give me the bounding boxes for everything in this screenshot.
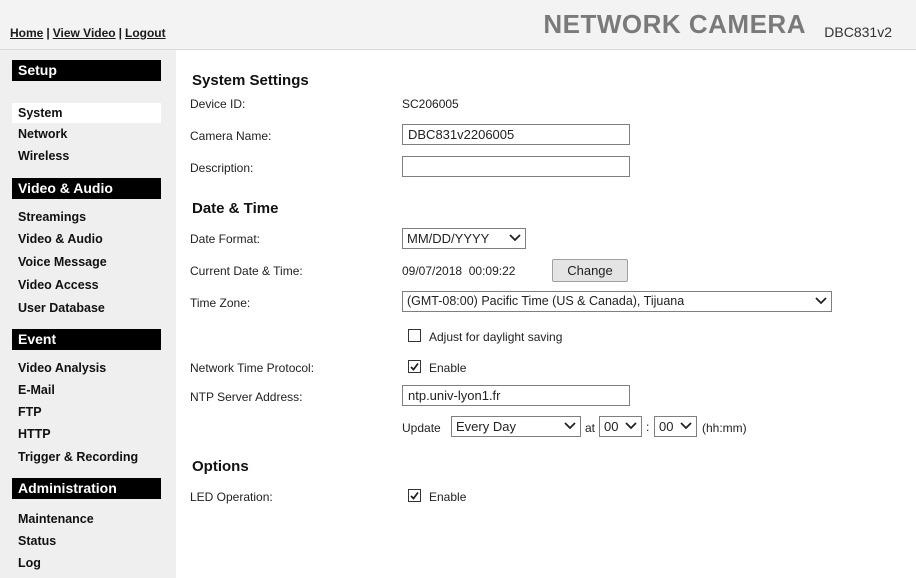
led-operation-label: LED Operation: <box>190 490 273 504</box>
current-datetime-value: 09/07/2018 00:09:22 <box>402 264 516 278</box>
sidebar-item-status[interactable]: Status <box>12 531 161 551</box>
main-content: System Settings Device ID: SC206005 Came… <box>176 50 916 578</box>
camera-name-field[interactable] <box>402 124 630 145</box>
nav-separator: | <box>46 26 50 40</box>
sidebar-item-trigger-recording[interactable]: Trigger & Recording <box>12 447 161 467</box>
section-title-system-settings: System Settings <box>192 72 309 89</box>
sidebar-item-email[interactable]: E-Mail <box>12 380 161 400</box>
logout-link[interactable]: Logout <box>125 26 166 40</box>
sidebar-item-video-access[interactable]: Video Access <box>12 275 161 295</box>
description-field[interactable] <box>402 156 630 177</box>
sidebar-item-ftp[interactable]: FTP <box>12 402 161 422</box>
sidebar-item-video-analysis[interactable]: Video Analysis <box>12 358 161 378</box>
section-title-date-time: Date & Time <box>192 200 279 217</box>
at-label: at <box>585 421 596 435</box>
sidebar-item-wireless[interactable]: Wireless <box>12 146 161 166</box>
check-icon <box>410 362 419 371</box>
top-nav: Home | View Video | Logout <box>10 26 166 40</box>
sidebar-item-network[interactable]: Network <box>12 124 161 144</box>
dst-label: Adjust for daylight saving <box>429 330 563 344</box>
date-format-select[interactable]: MM/DD/YYYY <box>402 228 526 249</box>
brand-title: NETWORK CAMERA <box>543 9 806 39</box>
description-label: Description: <box>190 161 254 175</box>
date-format-label: Date Format: <box>190 232 261 246</box>
view-video-link[interactable]: View Video <box>53 26 116 40</box>
device-id-label: Device ID: <box>190 97 246 111</box>
chevron-down-icon <box>509 234 521 242</box>
sidebar-section-video-audio: Video & Audio <box>12 178 161 199</box>
time-zone-select[interactable]: (GMT-08:00) Pacific Time (US & Canada), … <box>402 291 832 312</box>
chevron-down-icon <box>564 422 576 430</box>
time-colon: : <box>646 420 650 434</box>
device-id-value: SC206005 <box>402 97 459 111</box>
chevron-down-icon <box>625 422 637 430</box>
sidebar: Setup System Network Wireless Video & Au… <box>0 50 176 578</box>
check-icon <box>409 330 420 341</box>
ntp-enable-checkbox[interactable] <box>408 360 421 373</box>
sidebar-item-http[interactable]: HTTP <box>12 424 161 444</box>
sidebar-item-streamings[interactable]: Streamings <box>12 207 161 227</box>
time-zone-value: (GMT-08:00) Pacific Time (US & Canada), … <box>407 294 685 308</box>
sidebar-item-voice-message[interactable]: Voice Message <box>12 252 161 272</box>
model-name: DBC831v2 <box>824 24 892 40</box>
sidebar-item-video-audio[interactable]: Video & Audio <box>12 229 161 249</box>
nav-separator: | <box>118 26 122 40</box>
chevron-down-icon <box>680 422 692 430</box>
header-bar: Home | View Video | Logout NETWORK CAMERA DB… <box>0 0 916 50</box>
sidebar-section-administration: Administration <box>12 478 161 499</box>
dst-checkbox[interactable] <box>408 329 421 342</box>
hour-select[interactable]: 00 <box>599 416 642 437</box>
led-enable-checkbox[interactable] <box>408 489 421 502</box>
section-title-options: Options <box>192 458 249 475</box>
update-label: Update <box>402 421 441 435</box>
minute-select[interactable]: 00 <box>654 416 697 437</box>
sidebar-item-system[interactable]: System <box>12 103 161 123</box>
current-datetime-label: Current Date & Time: <box>190 264 303 278</box>
home-link[interactable]: Home <box>10 26 43 40</box>
chevron-down-icon <box>815 297 827 305</box>
minute-value: 00 <box>659 419 674 434</box>
sidebar-item-log[interactable]: Log <box>12 553 161 573</box>
camera-name-label: Camera Name: <box>190 129 272 143</box>
sidebar-item-user-database[interactable]: User Database <box>12 298 161 318</box>
ntp-server-label: NTP Server Address: <box>190 390 303 404</box>
sidebar-section-setup: Setup <box>12 60 161 81</box>
sidebar-section-event: Event <box>12 329 161 350</box>
check-icon <box>410 491 419 500</box>
ntp-server-field[interactable] <box>402 385 630 406</box>
sidebar-item-maintenance[interactable]: Maintenance <box>12 509 161 529</box>
change-datetime-button[interactable]: Change <box>552 259 628 282</box>
led-enable-label: Enable <box>429 490 467 504</box>
update-frequency-select[interactable]: Every Day <box>451 416 581 437</box>
date-format-value: MM/DD/YYYY <box>407 231 490 246</box>
ntp-label: Network Time Protocol: <box>190 361 315 375</box>
time-zone-label: Time Zone: <box>190 296 251 310</box>
ntp-enable-label: Enable <box>429 361 467 375</box>
hour-value: 00 <box>604 419 619 434</box>
update-frequency-value: Every Day <box>456 419 516 434</box>
time-format-hint: (hh:mm) <box>702 421 747 435</box>
